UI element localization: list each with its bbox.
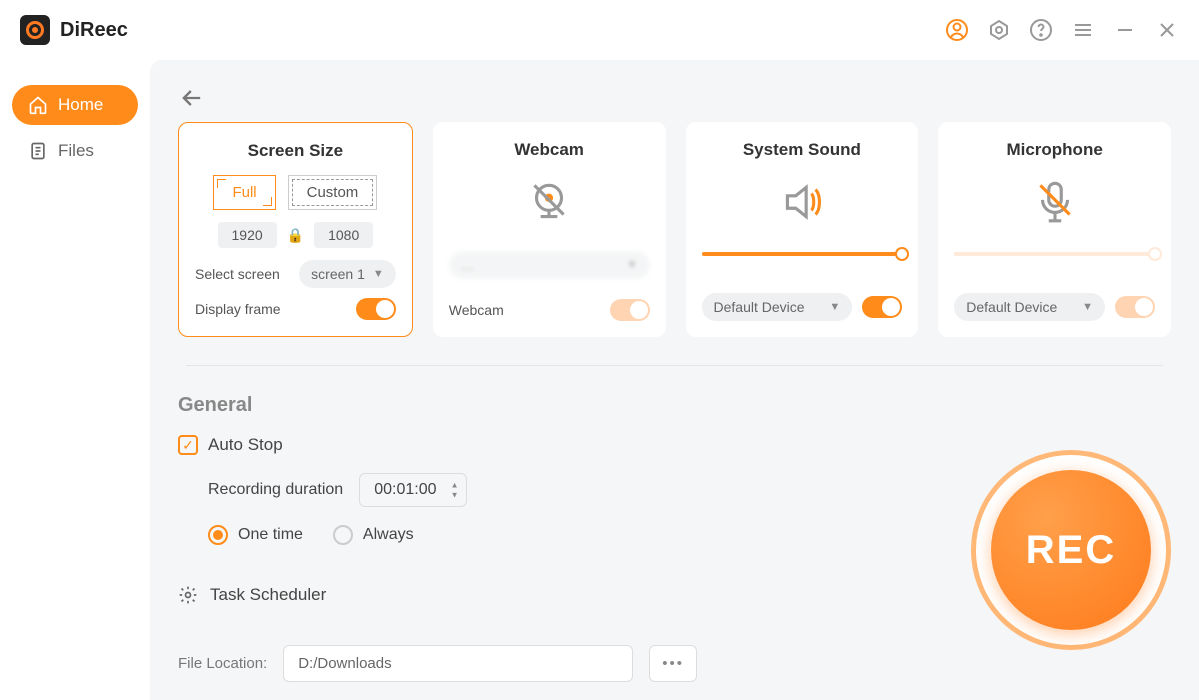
chevron-down-icon: ▼ [1082, 301, 1093, 313]
sidebar-item-files[interactable]: Files [12, 131, 138, 171]
minimize-icon[interactable] [1113, 18, 1137, 42]
duration-stepper[interactable]: ▲▼ [451, 481, 459, 500]
settings-icon[interactable] [987, 18, 1011, 42]
display-frame-label: Display frame [195, 301, 281, 317]
select-screen-label: Select screen [195, 266, 280, 282]
auto-stop-label: Auto Stop [208, 435, 283, 455]
card-webcam: Webcam … ▼ Webcam [433, 122, 666, 337]
webcam-toggle[interactable] [610, 299, 650, 321]
microphone-off-icon [954, 174, 1155, 230]
sound-device-dropdown[interactable]: Default Device ▼ [702, 293, 853, 321]
card-microphone: Microphone Default Device ▼ [938, 122, 1171, 337]
card-system-sound: System Sound Default Device ▼ [686, 122, 919, 337]
chevron-down-icon: ▼ [829, 301, 840, 313]
user-icon[interactable] [945, 18, 969, 42]
chevron-down-icon: ▼ [373, 268, 384, 280]
app-logo-icon [20, 15, 50, 45]
size-full-button[interactable]: Full [213, 175, 275, 210]
mic-slider[interactable] [954, 252, 1155, 256]
lock-icon[interactable]: 🔒 [287, 227, 304, 244]
file-location-input[interactable]: D:/Downloads [283, 645, 633, 682]
card-screen-size: Screen Size Full Custom 1920 🔒 1080 Sele… [178, 122, 413, 337]
file-location-browse[interactable]: ••• [649, 645, 697, 682]
webcam-label: Webcam [449, 302, 504, 318]
card-title-mic: Microphone [954, 140, 1155, 160]
close-icon[interactable] [1155, 18, 1179, 42]
card-title-sound: System Sound [702, 140, 903, 160]
app-name: DiReec [60, 19, 128, 42]
sound-slider[interactable] [702, 252, 903, 256]
chevron-down-icon: ▼ [627, 259, 638, 271]
mic-device-dropdown[interactable]: Default Device ▼ [954, 293, 1105, 321]
record-label: REC [991, 470, 1151, 630]
sound-toggle[interactable] [862, 296, 902, 318]
display-frame-toggle[interactable] [356, 298, 396, 320]
radio-one-time[interactable]: One time [208, 525, 303, 545]
height-field[interactable]: 1080 [314, 222, 373, 248]
record-button[interactable]: REC [971, 450, 1171, 650]
mic-toggle[interactable] [1115, 296, 1155, 318]
auto-stop-checkbox[interactable]: ✓ [178, 435, 198, 455]
duration-input[interactable]: 00:01:00 ▲▼ [359, 473, 467, 507]
sidebar-label-files: Files [58, 141, 94, 161]
general-title: General [178, 394, 1171, 417]
width-field[interactable]: 1920 [218, 222, 277, 248]
duration-label: Recording duration [208, 481, 343, 499]
sidebar-label-home: Home [58, 95, 103, 115]
card-title-screen: Screen Size [195, 141, 396, 161]
speaker-icon [702, 174, 903, 230]
app-logo-wrap: DiReec [20, 15, 128, 45]
size-custom-button[interactable]: Custom [288, 175, 378, 210]
card-title-webcam: Webcam [449, 140, 650, 160]
webcam-off-icon [449, 174, 650, 230]
back-button[interactable] [178, 84, 206, 112]
help-icon[interactable] [1029, 18, 1053, 42]
file-location-label: File Location: [178, 655, 267, 672]
webcam-device-dropdown[interactable]: … ▼ [449, 251, 650, 279]
radio-always[interactable]: Always [333, 525, 414, 545]
gear-icon [178, 585, 198, 605]
divider [186, 365, 1163, 366]
sidebar-item-home[interactable]: Home [12, 85, 138, 125]
menu-icon[interactable] [1071, 18, 1095, 42]
select-screen-dropdown[interactable]: screen 1 ▼ [299, 260, 396, 288]
